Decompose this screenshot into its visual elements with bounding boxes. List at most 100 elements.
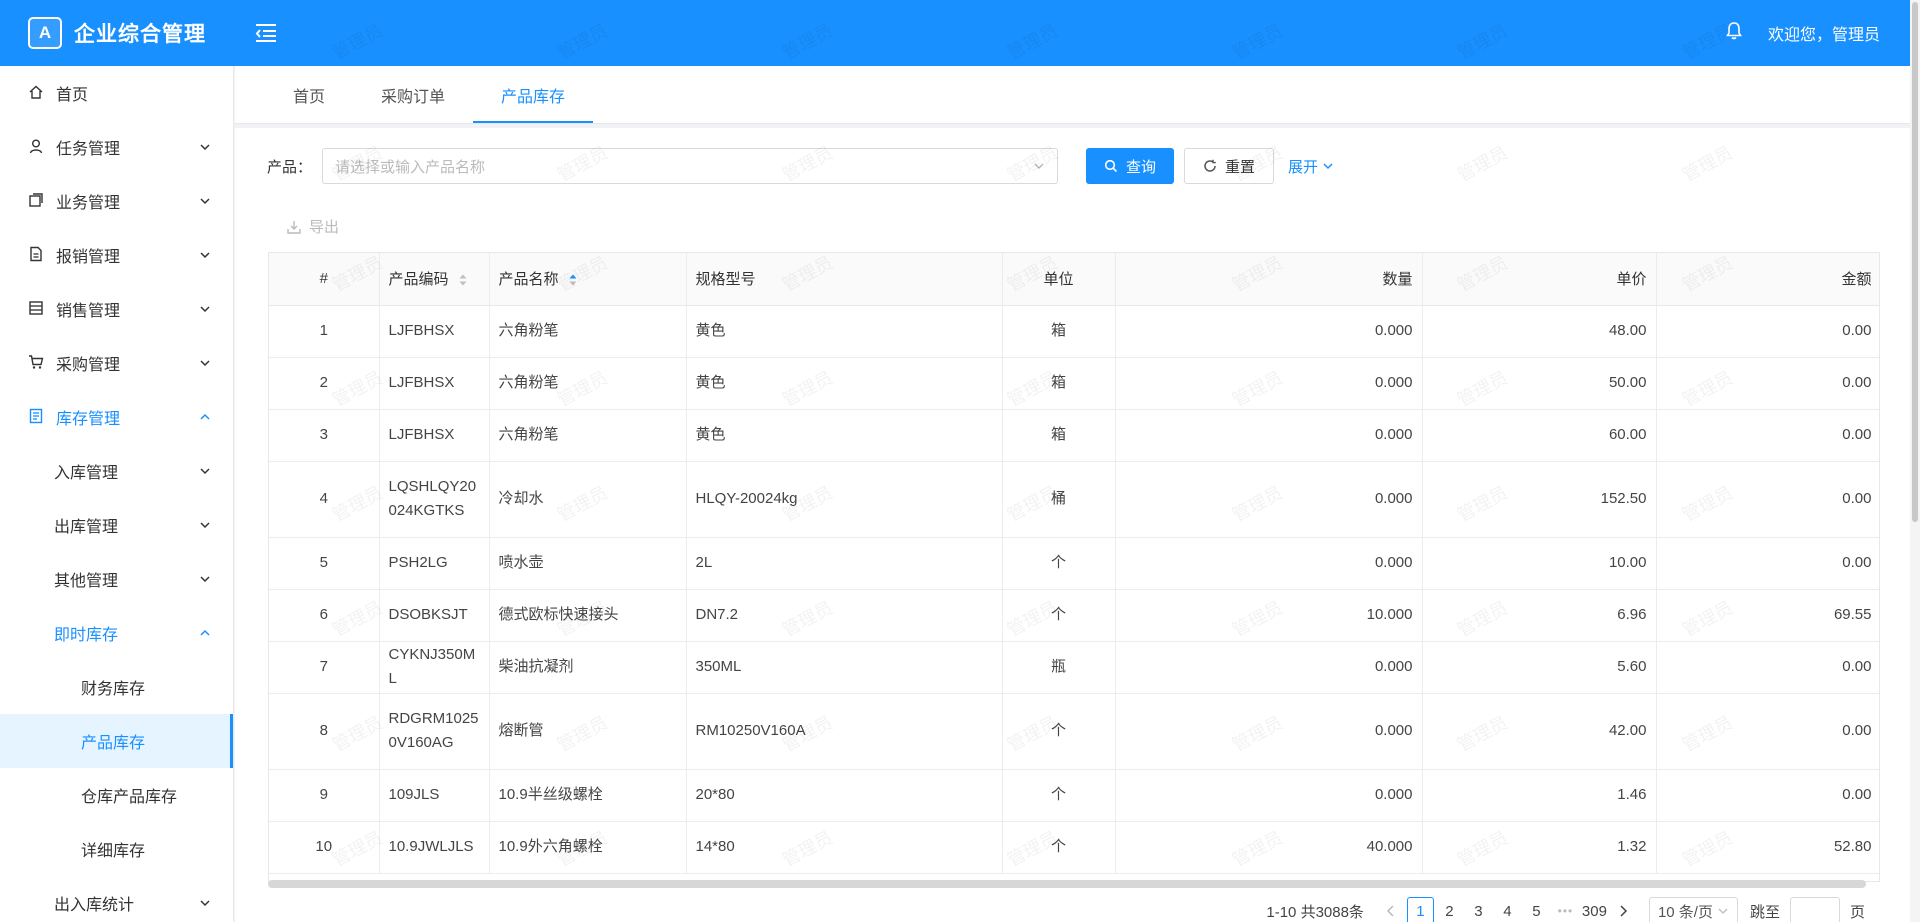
chevron-left-icon <box>1387 905 1394 917</box>
table-cell-单价: 50.00 <box>1422 357 1657 410</box>
sidebar-item-label: 即时库存 <box>54 627 119 644</box>
table-cell-产品编码: CYKNJ350ML <box>379 641 490 694</box>
top-header: A 企业综合管理 欢迎您，管理员 <box>0 0 1910 66</box>
chevron-down-icon <box>199 465 211 477</box>
filter-row: 产品： 请选择或输入产品名称 查询 重置 展开 <box>267 148 1334 184</box>
table-row[interactable]: 3 LJFBHSX 六角粉笔 黄色箱 0.000 60.00 0.00 <box>269 409 1879 462</box>
sidebar-item-8[interactable]: 出库管理 <box>0 498 233 552</box>
table-cell-数量: 0.000 <box>1115 769 1423 822</box>
page-1[interactable]: 1 <box>1406 897 1434 922</box>
col-product-name-label: 产品名称 <box>498 271 559 289</box>
sidebar-item-15[interactable]: 出入库统计 <box>0 876 233 922</box>
chevron-down-icon <box>1033 160 1045 172</box>
sidebar-item-1[interactable]: 任务管理 <box>0 120 233 174</box>
table-cell-金额: 0.00 <box>1656 409 1879 462</box>
sidebar-item-label: 详细库存 <box>81 843 146 860</box>
sidebar-item-13[interactable]: 仓库产品库存 <box>0 768 233 822</box>
vertical-scrollbar-thumb[interactable] <box>1912 2 1918 522</box>
jump-page-input[interactable] <box>1789 897 1840 922</box>
app-title: 企业综合管理 <box>74 23 206 46</box>
col-index-header: # <box>269 253 380 306</box>
page-last[interactable]: 309 <box>1581 897 1608 922</box>
chevron-down-icon <box>199 897 211 909</box>
product-select[interactable]: 请选择或输入产品名称 <box>322 148 1059 184</box>
sidebar-item-label: 产品库存 <box>81 735 146 752</box>
sidebar-item-label: 采购管理 <box>56 357 121 374</box>
page-2[interactable]: 2 <box>1436 897 1463 922</box>
sidebar-item-2[interactable]: 业务管理 <box>0 174 233 228</box>
sort-ascending-icon[interactable] <box>569 274 577 286</box>
logo[interactable]: A 企业综合管理 <box>0 0 234 66</box>
table-cell-数量: 0.000 <box>1115 693 1423 770</box>
page-size-select[interactable]: 10 条/页 <box>1648 897 1738 922</box>
table-cell-产品名称: 熔断管 <box>489 693 687 770</box>
table-cell-单位: 个 <box>1002 821 1116 874</box>
sidebar-item-4[interactable]: 销售管理 <box>0 282 233 336</box>
sidebar-item-6[interactable]: 库存管理 <box>0 390 233 444</box>
page-4[interactable]: 4 <box>1494 897 1521 922</box>
sidebar-item-5[interactable]: 采购管理 <box>0 336 233 390</box>
table-cell-数量: 0.000 <box>1115 305 1423 358</box>
table-cell-#: 1 <box>269 305 380 358</box>
table-cell-金额: 0.00 <box>1656 461 1879 538</box>
table-row[interactable]: 6 DSOBKSJT 德式欧标快速接头 DN7.2 个 10.000 6.96 69.55 <box>269 589 1879 642</box>
table-row[interactable]: 2 LJFBHSX 六角粉笔 黄色箱 0.000 50.00 0.00 <box>269 357 1879 410</box>
sidebar-item-label: 出库管理 <box>54 519 119 536</box>
sidebar-item-9[interactable]: 其他管理 <box>0 552 233 606</box>
table-row[interactable]: 9 109JLS 10.9半丝级螺栓 20*80 个 0.000 1.46 0.00 <box>269 769 1879 822</box>
chevron-down-icon <box>1323 163 1333 170</box>
sidebar-item-7[interactable]: 入库管理 <box>0 444 233 498</box>
table-row[interactable]: 8 RDGRM10250V160AG 熔断管 RM10250V160A 个 0.000 42… <box>269 693 1879 770</box>
page-5[interactable]: 5 <box>1523 897 1550 922</box>
prev-page-button[interactable] <box>1378 897 1405 922</box>
pagination-ellipsis[interactable]: ••• <box>1552 897 1579 922</box>
chevron-down-icon <box>1718 908 1728 914</box>
sidebar-item-0[interactable]: 首页 <box>0 66 233 120</box>
table-cell-规格型号: 黄色 <box>686 409 1003 462</box>
tab-0[interactable]: 首页 <box>265 66 353 123</box>
table-cell-产品名称: 六角粉笔 <box>489 305 687 358</box>
sidebar-item-11[interactable]: 财务库存 <box>0 660 233 714</box>
table-cell-产品编码: RDGRM10250V160AG <box>379 693 490 770</box>
chevron-down-icon <box>199 519 211 531</box>
table-cell-数量: 10.000 <box>1115 589 1423 642</box>
menu-fold-icon[interactable] <box>254 22 280 44</box>
col-product-code-header[interactable]: 产品编码 <box>379 253 490 306</box>
table-row[interactable]: 5 PSH2LG 喷水壶 2L 个 0.000 10.00 0.00 <box>269 537 1879 590</box>
table-row[interactable]: 7 CYKNJ350ML 柴油抗凝剂 350ML 瓶 0.000 5.60 0.00 <box>269 641 1879 694</box>
table-row[interactable]: 1 LJFBHSX 六角粉笔 黄色箱 0.000 48.00 0.00 <box>269 305 1879 358</box>
sidebar-item-12[interactable]: 产品库存 <box>0 714 233 768</box>
welcome-user-menu[interactable]: 欢迎您，管理员 <box>1768 21 1880 45</box>
table-row[interactable]: 4 LQSHLQY20024KGTKS 冷却水 HLQY-20024kg 桶 0.000 1… <box>269 461 1879 538</box>
sort-icon[interactable] <box>459 274 467 286</box>
reset-button[interactable]: 重置 <box>1184 148 1275 184</box>
table-cell-产品名称: 六角粉笔 <box>489 409 687 462</box>
export-label: 导出 <box>309 219 340 236</box>
sidebar-item-10[interactable]: 即时库存 <box>0 606 233 660</box>
table-row[interactable]: 10 10.9JWLJLS 10.9外六角螺栓 14*80 个 40.000 1.32 52.… <box>269 821 1879 874</box>
sidebar-item-14[interactable]: 详细库存 <box>0 822 233 876</box>
table-cell-单位: 个 <box>1002 589 1116 642</box>
table-cell-规格型号: 黄色 <box>686 357 1003 410</box>
export-button[interactable]: 导出 <box>287 216 339 237</box>
table-cell-#: 6 <box>269 589 380 642</box>
col-product-name-header[interactable]: 产品名称 <box>489 253 687 306</box>
sidebar-item-3[interactable]: 报销管理 <box>0 228 233 282</box>
table-cell-单价: 5.60 <box>1422 641 1657 694</box>
table-cell-单价: 10.00 <box>1422 537 1657 590</box>
chevron-down-icon <box>199 357 211 369</box>
expand-filters-link[interactable]: 展开 <box>1288 156 1334 177</box>
bell-icon[interactable] <box>1726 22 1742 44</box>
tab-2[interactable]: 产品库存 <box>473 66 594 123</box>
tab-1[interactable]: 采购订单 <box>353 66 473 123</box>
col-unit-price-header: 单价 <box>1422 253 1657 306</box>
table-cell-单位: 瓶 <box>1002 641 1116 694</box>
vertical-scrollbar[interactable] <box>1910 0 1920 922</box>
table-cell-单价: 6.96 <box>1422 589 1657 642</box>
horizontal-scrollbar[interactable] <box>268 880 1866 888</box>
query-button[interactable]: 查询 <box>1086 148 1175 184</box>
pagination-total: 1-10 共3088条 <box>1266 903 1364 921</box>
page-3[interactable]: 3 <box>1465 897 1492 922</box>
next-page-button[interactable] <box>1610 897 1637 922</box>
page-size-label: 10 条/页 <box>1657 903 1713 921</box>
